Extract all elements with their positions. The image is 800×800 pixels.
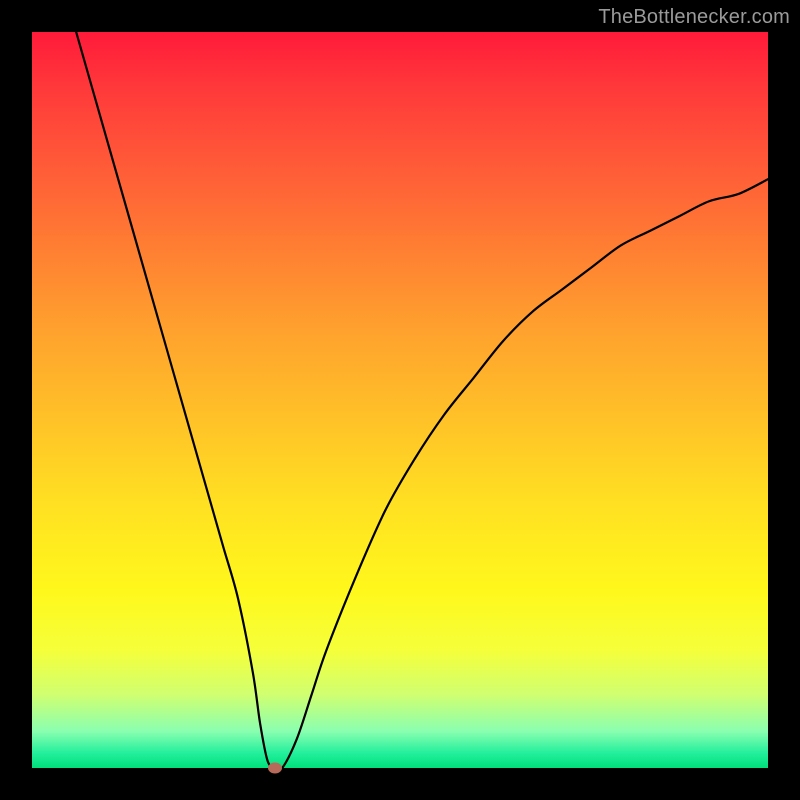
- bottleneck-curve: [32, 32, 768, 768]
- chart-frame: TheBottlenecker.com: [0, 0, 800, 800]
- optimum-marker: [268, 763, 282, 774]
- watermark-text: TheBottlenecker.com: [598, 6, 790, 29]
- plot-area: [32, 32, 768, 768]
